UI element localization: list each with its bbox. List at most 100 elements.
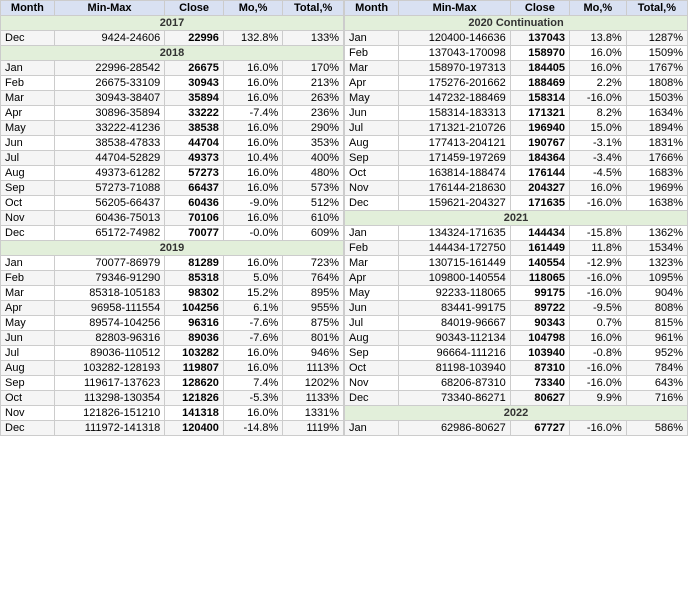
table-row: Jan134324-171635144434-15.8%1362% — [345, 226, 688, 241]
month-cell: Jan — [1, 256, 55, 271]
total-cell: 895% — [283, 286, 344, 301]
minmax-cell: 65172-74982 — [54, 226, 164, 241]
total-cell: 815% — [626, 316, 687, 331]
minmax-cell: 163814-188474 — [399, 166, 510, 181]
close-cell: 103282 — [165, 346, 224, 361]
mo-cell: 8.2% — [569, 106, 626, 121]
mo-cell: 16.0% — [223, 406, 282, 421]
close-cell: 26675 — [165, 61, 224, 76]
total-cell: 1894% — [626, 121, 687, 136]
total-cell: 400% — [283, 151, 344, 166]
close-cell: 85318 — [165, 271, 224, 286]
close-cell: 121826 — [165, 391, 224, 406]
month-cell: Feb — [345, 241, 399, 256]
close-cell: 144434 — [510, 226, 569, 241]
mo-cell: 16.0% — [223, 361, 282, 376]
total-cell: 1969% — [626, 181, 687, 196]
month-cell: Jun — [1, 331, 55, 346]
minmax-cell: 103282-128193 — [54, 361, 164, 376]
total-cell: 716% — [626, 391, 687, 406]
month-cell: May — [345, 286, 399, 301]
table-row: Mar85318-1051839830215.2%895% — [1, 286, 344, 301]
month-cell: Aug — [1, 166, 55, 181]
minmax-cell: 96664-111216 — [399, 346, 510, 361]
table-row: Jan22996-285422667516.0%170% — [1, 61, 344, 76]
total-cell: 263% — [283, 91, 344, 106]
table-row: Jul84019-96667903430.7%815% — [345, 316, 688, 331]
close-cell: 137043 — [510, 31, 569, 46]
minmax-cell: 82803-96316 — [54, 331, 164, 346]
minmax-cell: 113298-130354 — [54, 391, 164, 406]
table-row: Nov176144-21863020432716.0%1969% — [345, 181, 688, 196]
mo-cell: -9.5% — [569, 301, 626, 316]
column-header: Close — [510, 1, 569, 16]
total-cell: 946% — [283, 346, 344, 361]
close-cell: 89722 — [510, 301, 569, 316]
total-cell: 764% — [283, 271, 344, 286]
mo-cell: -16.0% — [569, 196, 626, 211]
month-cell: May — [1, 121, 55, 136]
month-cell: Jul — [345, 316, 399, 331]
table-row: Apr30896-3589433222-7.4%236% — [1, 106, 344, 121]
close-cell: 190767 — [510, 136, 569, 151]
table-row: Apr96958-1115541042566.1%955% — [1, 301, 344, 316]
month-cell: Aug — [345, 331, 399, 346]
table-row: Feb79346-91290853185.0%764% — [1, 271, 344, 286]
total-cell: 1831% — [626, 136, 687, 151]
mo-cell: 15.0% — [569, 121, 626, 136]
month-cell: Sep — [1, 181, 55, 196]
close-cell: 70106 — [165, 211, 224, 226]
close-cell: 49373 — [165, 151, 224, 166]
minmax-cell: 171321-210726 — [399, 121, 510, 136]
table-row: May92233-11806599175-16.0%904% — [345, 286, 688, 301]
mo-cell: 16.0% — [223, 121, 282, 136]
table-row: Apr109800-140554118065-16.0%1095% — [345, 271, 688, 286]
minmax-cell: 119617-137623 — [54, 376, 164, 391]
table-row: May33222-412363853816.0%290% — [1, 121, 344, 136]
mo-cell: 16.0% — [569, 61, 626, 76]
table-row: Oct81198-10394087310-16.0%784% — [345, 361, 688, 376]
close-cell: 35894 — [165, 91, 224, 106]
mo-cell: 7.4% — [223, 376, 282, 391]
year-header: 2020 Continuation — [345, 16, 688, 31]
mo-cell: -7.6% — [223, 316, 282, 331]
mo-cell: -7.6% — [223, 331, 282, 346]
mo-cell: 5.0% — [223, 271, 282, 286]
month-cell: May — [1, 316, 55, 331]
total-cell: 1808% — [626, 76, 687, 91]
close-cell: 38538 — [165, 121, 224, 136]
mo-cell: -0.0% — [223, 226, 282, 241]
month-cell: Jan — [345, 421, 399, 436]
month-cell: Dec — [1, 421, 55, 436]
table-row: Jan120400-14663613704313.8%1287% — [345, 31, 688, 46]
minmax-cell: 56205-66437 — [54, 196, 164, 211]
close-cell: 128620 — [165, 376, 224, 391]
close-cell: 70077 — [165, 226, 224, 241]
table-row: Mar30943-384073589416.0%263% — [1, 91, 344, 106]
close-cell: 103940 — [510, 346, 569, 361]
total-cell: 1095% — [626, 271, 687, 286]
total-cell: 784% — [626, 361, 687, 376]
minmax-cell: 96958-111554 — [54, 301, 164, 316]
column-header: Total,% — [283, 1, 344, 16]
month-cell: Nov — [345, 376, 399, 391]
table-row: Sep57273-710886643716.0%573% — [1, 181, 344, 196]
table-row: Jul89036-11051210328216.0%946% — [1, 346, 344, 361]
month-cell: Mar — [1, 286, 55, 301]
minmax-cell: 70077-86979 — [54, 256, 164, 271]
table-row: Jul44704-528294937310.4%400% — [1, 151, 344, 166]
mo-cell: 13.8% — [569, 31, 626, 46]
mo-cell: 16.0% — [223, 61, 282, 76]
minmax-cell: 68206-87310 — [399, 376, 510, 391]
mo-cell: 16.0% — [223, 166, 282, 181]
minmax-cell: 134324-171635 — [399, 226, 510, 241]
close-cell: 171635 — [510, 196, 569, 211]
close-cell: 22996 — [165, 31, 224, 46]
minmax-cell: 147232-188469 — [399, 91, 510, 106]
minmax-cell: 120400-146636 — [399, 31, 510, 46]
month-cell: Sep — [345, 346, 399, 361]
minmax-cell: 57273-71088 — [54, 181, 164, 196]
table-row: Nov68206-8731073340-16.0%643% — [345, 376, 688, 391]
total-cell: 1534% — [626, 241, 687, 256]
month-cell: Aug — [345, 136, 399, 151]
